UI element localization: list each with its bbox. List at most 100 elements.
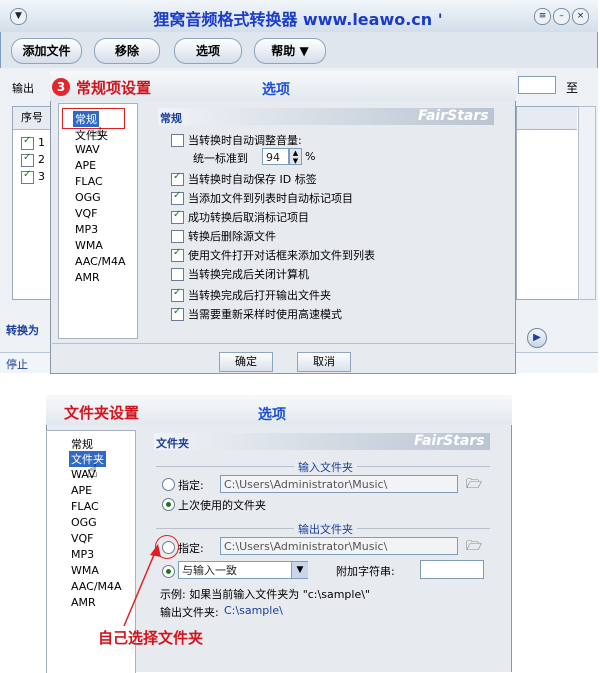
input-group-title: 输入文件夹 [294, 459, 357, 475]
to-label: 至 [566, 81, 579, 95]
section2-title: 文件夹 [156, 437, 189, 450]
output-folder-label: 输出文件夹: [160, 606, 219, 619]
nav2-ogg[interactable]: OGG [71, 516, 97, 529]
option-checkbox-7[interactable] [171, 268, 184, 281]
add-file-button[interactable]: 添加文件 [11, 38, 82, 64]
brand-label: FairStars [418, 108, 489, 124]
dialog1-divider [52, 343, 514, 344]
settings-icon[interactable]: ≡ [534, 8, 551, 25]
folder-open-icon-2[interactable]: 🗁 [466, 537, 482, 559]
nav2-wma[interactable]: WMA [71, 564, 99, 577]
option-checkbox-3[interactable] [171, 190, 184, 205]
callout-label: 自己选择文件夹 [98, 629, 204, 647]
last-used-label: 上次使用的文件夹 [178, 499, 266, 512]
dialog2-annotation: 文件夹设置 [64, 404, 140, 422]
append-label: 附加字符串: [336, 565, 395, 578]
nav2-aac[interactable]: AAC/M4A [71, 580, 122, 593]
input-specify-label: 指定: [178, 479, 204, 492]
nav2-vqf[interactable]: VQF [71, 532, 94, 545]
help-button[interactable]: 帮助 ▼ [254, 38, 326, 64]
option-label-8: 当转换完成后打开输出文件夹 [188, 289, 331, 302]
cursor-hand-icon: ☝ [92, 124, 103, 145]
row-index-3: 3 [38, 170, 45, 183]
row-index-2: 2 [38, 153, 45, 166]
row-checkbox-2[interactable] [21, 152, 34, 167]
system-menu-icon[interactable]: ▼ [10, 8, 27, 25]
option-label-2: 当转换时自动保存 ID 标签 [188, 173, 317, 186]
play-icon[interactable]: ▶ [527, 328, 547, 348]
list-scrollbar[interactable] [578, 106, 596, 300]
row-index-1: 1 [38, 136, 45, 149]
option-checkbox-5[interactable] [171, 230, 184, 243]
nav-amr[interactable]: AMR [75, 271, 100, 284]
nav2-amr[interactable]: AMR [71, 596, 96, 609]
normalize-label: 统一标准到 [193, 152, 248, 165]
file-list-right [516, 106, 580, 300]
normalize-value[interactable]: 94 [262, 148, 289, 165]
dialog2-title: 选项 [258, 407, 286, 423]
output-folder-value: C:\sample\ [224, 604, 283, 617]
nav-vqf[interactable]: VQF [75, 207, 98, 220]
option-label-1: 当转换时自动调整音量: [188, 134, 302, 147]
row-checkbox-1[interactable] [21, 135, 34, 150]
append-string-field[interactable] [420, 560, 484, 579]
nav2-ape[interactable]: APE [71, 484, 92, 497]
output-path-field[interactable] [518, 76, 556, 94]
nav-wma[interactable]: WMA [75, 239, 103, 252]
example-text: 示例: 如果当前输入文件夹为 "c:\sample\" [160, 588, 370, 601]
folder-open-icon[interactable]: 🗁 [466, 475, 482, 497]
nav-ogg[interactable]: OGG [75, 191, 101, 204]
output-label: 输出 [12, 82, 34, 95]
nav2-mp3[interactable]: MP3 [71, 548, 94, 561]
remove-button[interactable]: 移除 [94, 38, 160, 64]
option-label-4: 成功转换后取消标记项目 [188, 211, 309, 224]
annotation-arrow [123, 544, 161, 627]
output-group-title: 输出文件夹 [294, 521, 357, 537]
option-checkbox-1[interactable] [171, 134, 184, 147]
nav2-general[interactable]: 常规 [71, 436, 93, 452]
normalize-unit: % [305, 150, 316, 163]
option-label-7: 当转换完成后关闭计算机 [188, 268, 309, 281]
nav-flac[interactable]: FLAC [75, 175, 103, 188]
brand2-label: FairStars [414, 433, 485, 449]
same-as-input-select[interactable]: 与输入一致 [178, 561, 308, 579]
cancel-button[interactable]: 取消 [297, 352, 351, 372]
index-column-header[interactable]: 序号 [13, 107, 50, 130]
row-checkbox-3[interactable] [21, 169, 34, 184]
options-button[interactable]: 选项 [174, 38, 242, 64]
option-label-3: 当添加文件到列表时自动标记项目 [188, 192, 353, 205]
nav-wav[interactable]: WAV [75, 143, 100, 156]
close-icon[interactable]: × [572, 8, 589, 25]
nav-ape[interactable]: APE [75, 159, 96, 172]
nav-mp3[interactable]: MP3 [75, 223, 98, 236]
input-specify-radio[interactable] [162, 478, 175, 491]
step-badge: 3 [52, 78, 70, 96]
output-specify-label: 指定: [178, 542, 204, 555]
dialog1-annotation: 常规项设置 [76, 79, 152, 97]
convert-to-label: 转换为 [6, 324, 39, 337]
ok-button[interactable]: 确定 [219, 352, 273, 372]
chevron-down-icon[interactable]: ▼ [291, 562, 308, 578]
option-label-9: 当需要重新采样时使用高速模式 [188, 308, 342, 321]
nav2-wav[interactable]: WAV [71, 468, 96, 481]
last-used-radio[interactable] [162, 498, 175, 511]
file-list [12, 106, 52, 300]
option-checkbox-2[interactable] [171, 171, 184, 186]
input-folder-path[interactable]: C:\Users\Administrator\Music\ [220, 475, 458, 493]
app-title: 狸窝音频格式转换器 www.leawo.cn ' [153, 10, 443, 29]
option-label-6: 使用文件打开对话框来添加文件到列表 [188, 249, 375, 262]
option-checkbox-9[interactable] [171, 306, 184, 321]
option-checkbox-6[interactable] [171, 247, 184, 262]
nav2-flac[interactable]: FLAC [71, 500, 99, 513]
dialog1-title: 选项 [262, 82, 290, 98]
option-label-5: 转换后删除源文件 [188, 230, 276, 243]
minimize-icon[interactable]: – [553, 8, 570, 25]
option-checkbox-8[interactable] [171, 287, 184, 302]
spinner-icon[interactable]: ▲ ▼ [289, 148, 302, 165]
nav-aac[interactable]: AAC/M4A [75, 255, 126, 268]
column-header [517, 107, 577, 130]
output-folder-path[interactable]: C:\Users\Administrator\Music\ [220, 537, 458, 555]
section-title: 常规 [160, 112, 182, 125]
option-checkbox-4[interactable] [171, 209, 184, 224]
stop-button[interactable]: 停止 [6, 356, 28, 372]
